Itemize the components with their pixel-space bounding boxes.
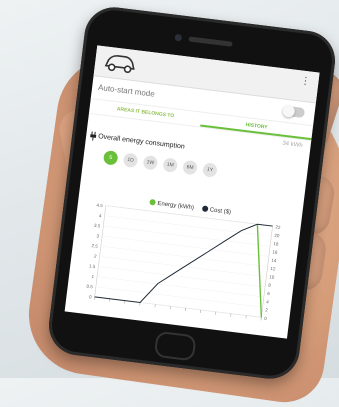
y-left-tick-label: 1.5 <box>89 263 96 269</box>
y-left-tick-label: 4.5 <box>96 202 103 208</box>
y-right-tick-label: 14 <box>271 258 277 264</box>
series-line-cost <box>95 206 273 318</box>
range-s[interactable]: S <box>103 150 119 166</box>
autostart-label: Auto-start mode <box>98 83 156 99</box>
overflow-menu-icon[interactable]: ⋮ <box>300 76 311 87</box>
y-right-tick-label: 8 <box>268 283 272 288</box>
y-left-tick-label: 2 <box>94 254 98 259</box>
y-left-tick-label: 0.5 <box>86 284 93 290</box>
y-right-tick-label: 12 <box>270 266 276 272</box>
gridline <box>102 236 269 256</box>
y-right-tick-label: 6 <box>267 291 271 296</box>
car-icon <box>101 50 138 81</box>
gridline <box>101 246 268 266</box>
y-left-tick-label: 4 <box>99 213 103 218</box>
gridline <box>105 216 272 236</box>
y-right-tick-label: 10 <box>269 274 275 280</box>
y-left-tick-label: 3 <box>96 233 100 238</box>
gridline <box>96 287 263 307</box>
y-right-tick-label: 2 <box>265 307 269 312</box>
range-1w[interactable]: 1W <box>143 155 159 171</box>
range-1m[interactable]: 1M <box>162 157 178 173</box>
range-1y[interactable]: 1Y <box>202 162 218 178</box>
phone: ⋮ Auto-start mode AREAS IT BELONGS TO HI… <box>46 4 339 382</box>
y-left-tick-label: 2.5 <box>91 243 98 249</box>
speaker <box>188 36 232 46</box>
y-right-tick-label: 16 <box>272 249 278 255</box>
summary-value: 34 kWh <box>282 141 303 149</box>
y-left-tick-label: 1 <box>91 274 95 279</box>
y-right-tick-label: 4 <box>266 299 270 304</box>
home-button[interactable] <box>154 331 197 362</box>
y-left-tick-label: 3.5 <box>94 223 101 229</box>
plug-icon <box>89 131 96 143</box>
gridline <box>97 277 264 297</box>
y-left-tick-label: 0 <box>89 294 93 299</box>
autostart-toggle[interactable] <box>282 105 305 118</box>
gridline <box>98 266 265 286</box>
range-6m[interactable]: 6M <box>182 160 198 176</box>
camera <box>174 34 182 42</box>
y-right-tick-label: 22 <box>275 224 281 230</box>
range-1d[interactable]: 1D <box>123 152 139 168</box>
y-right-tick-label: 18 <box>273 241 279 247</box>
y-right-tick-label: 20 <box>274 233 280 239</box>
gridline <box>100 256 267 276</box>
app-screen: ⋮ Auto-start mode AREAS IT BELONGS TO HI… <box>65 45 320 338</box>
y-right-tick-label: 0 <box>264 316 268 321</box>
